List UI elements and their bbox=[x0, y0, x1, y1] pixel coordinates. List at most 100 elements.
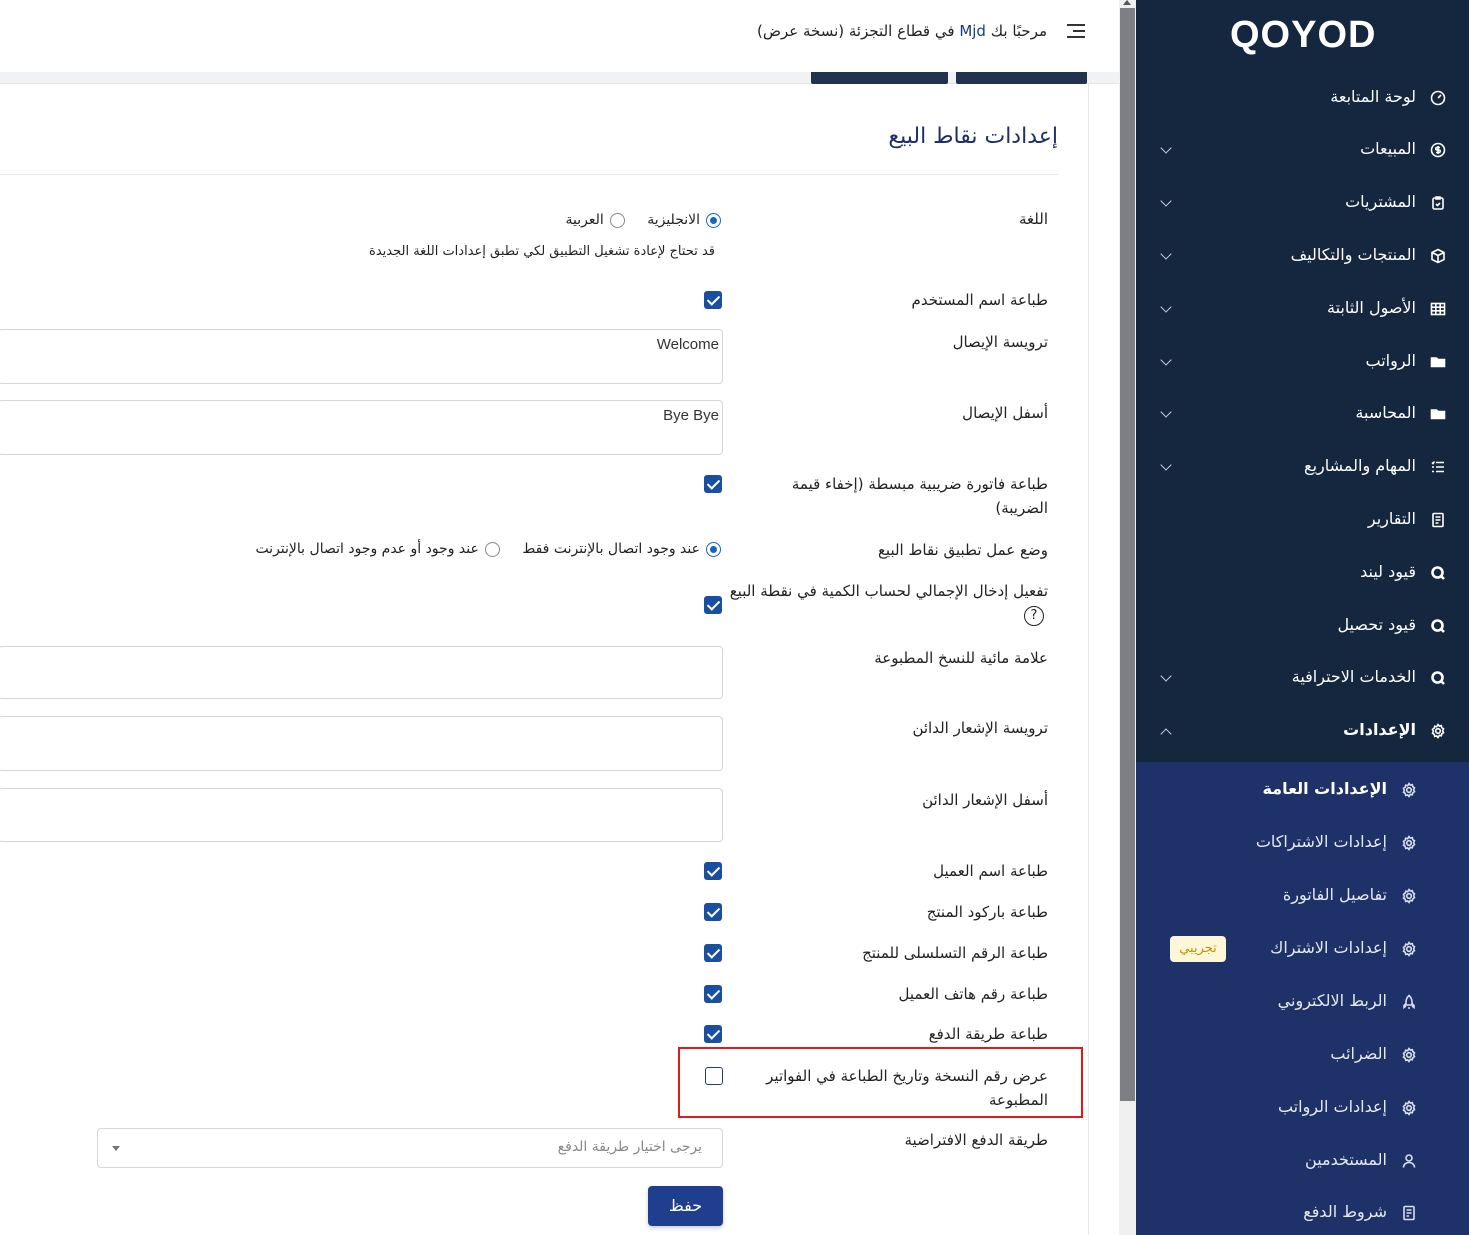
pos-mode-online-only[interactable]: عند وجود اتصال بالإنترنت فقط bbox=[522, 541, 721, 557]
radio-online-offline[interactable] bbox=[484, 541, 500, 557]
scroll-up-arrow[interactable] bbox=[1123, 0, 1131, 5]
submenu-item-payroll-settings[interactable]: إعدادات الرواتب bbox=[1136, 1083, 1469, 1135]
dashboard-icon bbox=[1429, 90, 1447, 108]
sidebar-item-accounting[interactable]: المحاسبة bbox=[1136, 390, 1469, 442]
receipt-footer-textarea[interactable]: Bye Bye bbox=[0, 400, 723, 455]
print-product-serial-checkbox[interactable] bbox=[704, 944, 722, 962]
menu-toggle-icon[interactable] bbox=[1067, 24, 1085, 40]
submenu-item-invoice-details[interactable]: تفاصيل الفاتورة bbox=[1136, 871, 1469, 923]
simplified-tax-invoice-checkbox[interactable] bbox=[704, 475, 722, 493]
chevron-down-icon bbox=[1160, 195, 1172, 207]
user-icon bbox=[1401, 1153, 1417, 1169]
sidebar: QOYOD لوحة المتابعة المبيعات المشتريات ا… bbox=[1136, 0, 1469, 1235]
qoyod-icon bbox=[1429, 618, 1447, 636]
submenu-item-subscriptions-settings[interactable]: إعدادات الاشتراكات bbox=[1136, 818, 1469, 870]
chevron-down-icon bbox=[1160, 406, 1172, 418]
gear-icon bbox=[1401, 941, 1417, 957]
enable-total-entry-label: تفعيل إدخال الإجمالي لحساب الكمية في نقط… bbox=[728, 579, 1048, 627]
credit-note-header-label: ترويسة الإشعار الدائن bbox=[912, 719, 1048, 737]
submenu-item-subscription-settings[interactable]: إعدادات الاشتراك تجريبي bbox=[1136, 924, 1469, 976]
report-icon bbox=[1429, 512, 1447, 530]
show-copy-number-checkbox[interactable] bbox=[705, 1067, 723, 1085]
submenu-item-taxes[interactable]: الضرائب bbox=[1136, 1030, 1469, 1082]
welcome-prefix: مرحبًا بك bbox=[990, 22, 1047, 40]
enable-total-entry-checkbox[interactable] bbox=[704, 596, 722, 614]
print-customer-name-checkbox[interactable] bbox=[704, 862, 722, 880]
print-customer-phone-label: طباعة رقم هاتف العميل bbox=[898, 985, 1048, 1003]
sidebar-item-tasks[interactable]: المهام والمشاريع bbox=[1136, 443, 1469, 495]
username: Mjd bbox=[959, 22, 986, 40]
page-title: إعدادات نقاط البيع bbox=[888, 124, 1058, 149]
gear-icon bbox=[1429, 723, 1447, 741]
print-product-barcode-checkbox[interactable] bbox=[704, 903, 722, 921]
save-button[interactable]: حفظ bbox=[648, 1186, 723, 1226]
submenu-item-general-settings[interactable]: الإعدادات العامة bbox=[1136, 765, 1469, 817]
sidebar-item-professional-services[interactable]: الخدمات الاحترافية bbox=[1136, 654, 1469, 706]
print-payment-method-label: طباعة طريقة الدفع bbox=[928, 1025, 1048, 1043]
radio-online-only[interactable] bbox=[706, 541, 721, 557]
box-icon bbox=[1429, 248, 1447, 266]
watermark-textarea[interactable] bbox=[0, 646, 723, 699]
settings-submenu: الإعدادات العامة إعدادات الاشتراكات تفاص… bbox=[1136, 762, 1469, 1235]
watermark-label: علامة مائية للنسخ المطبوعة bbox=[874, 649, 1048, 667]
credit-note-footer-label: أسفل الإشعار الدائن bbox=[922, 791, 1048, 809]
receipt-header-label: ترويسة الإيصال bbox=[952, 333, 1048, 351]
sidebar-item-sales[interactable]: المبيعات bbox=[1136, 126, 1469, 178]
submenu-item-e-integration[interactable]: الربط الالكتروني bbox=[1136, 977, 1469, 1029]
toolbar-button[interactable] bbox=[956, 72, 1087, 84]
chevron-down-icon bbox=[1160, 248, 1172, 260]
qoyod-icon bbox=[1429, 670, 1447, 688]
pos-mode-label: وضع عمل تطبيق نقاط البيع bbox=[877, 541, 1048, 559]
print-payment-method-checkbox[interactable] bbox=[704, 1025, 722, 1043]
toolbar-strip bbox=[0, 72, 1119, 84]
language-hint: قد تحتاج لإعادة تشغيل التطبيق لكي تطبق إ… bbox=[369, 244, 715, 259]
help-icon[interactable]: ? bbox=[1024, 605, 1044, 626]
trial-badge: تجريبي bbox=[1170, 936, 1226, 962]
sidebar-item-purchases[interactable]: المشتريات bbox=[1136, 179, 1469, 231]
sidebar-item-fixed-assets[interactable]: الأصول الثابتة bbox=[1136, 285, 1469, 337]
qoyod-icon bbox=[1429, 565, 1447, 583]
main-content: إعدادات نقاط البيع اللغة الانجليزية العر… bbox=[0, 84, 1089, 1235]
chevron-up-icon bbox=[1160, 728, 1172, 740]
folder-icon bbox=[1429, 354, 1447, 372]
gear-icon bbox=[1401, 1047, 1417, 1063]
print-username-checkbox[interactable] bbox=[704, 291, 722, 309]
sidebar-item-payroll[interactable]: الرواتب bbox=[1136, 338, 1469, 390]
sidebar-item-settings[interactable]: الإعدادات bbox=[1136, 707, 1469, 759]
logo: QOYOD bbox=[1230, 14, 1377, 56]
scrollbar-thumb[interactable] bbox=[1120, 8, 1135, 1101]
pos-mode-radio-group: عند وجود اتصال بالإنترنت فقط عند وجود أو… bbox=[237, 541, 721, 557]
submenu-item-payment-terms[interactable]: شروط الدفع bbox=[1136, 1188, 1469, 1235]
default-payment-method-select[interactable]: يرجى اختيار طريقة الدفع bbox=[97, 1128, 723, 1168]
sidebar-item-qoyod-lend[interactable]: قيود ليند bbox=[1136, 549, 1469, 601]
receipt-header-textarea[interactable]: Welcome bbox=[0, 329, 723, 384]
print-customer-phone-checkbox[interactable] bbox=[704, 985, 722, 1003]
language-label: اللغة bbox=[1019, 210, 1048, 228]
language-option-arabic[interactable]: العربية bbox=[565, 212, 625, 228]
sidebar-item-dashboard[interactable]: لوحة المتابعة bbox=[1136, 74, 1469, 126]
show-copy-number-label: عرض رقم النسخة وتاريخ الطباعة في الفواتي… bbox=[766, 1067, 1048, 1109]
submenu-item-users[interactable]: المستخدمين bbox=[1136, 1136, 1469, 1188]
gear-icon bbox=[1401, 1100, 1417, 1116]
gear-icon bbox=[1401, 888, 1417, 904]
sidebar-item-products[interactable]: المنتجات والتكاليف bbox=[1136, 232, 1469, 284]
receipt-footer-label: أسفل الإيصال bbox=[962, 404, 1048, 422]
default-payment-method-label: طريقة الدفع الافتراضية bbox=[904, 1131, 1049, 1149]
document-icon bbox=[1401, 1205, 1417, 1221]
radio-arabic[interactable] bbox=[609, 212, 625, 228]
credit-note-header-textarea[interactable] bbox=[0, 716, 723, 771]
sidebar-item-reports[interactable]: التقارير bbox=[1136, 496, 1469, 548]
language-option-english[interactable]: الانجليزية bbox=[647, 212, 721, 228]
sidebar-item-qoyod-collect[interactable]: قيود تحصيل bbox=[1136, 602, 1469, 654]
welcome-message: مرحبًا بك Mjd في قطاع التجزئة (نسخة عرض) bbox=[757, 22, 1047, 40]
credit-note-footer-textarea[interactable] bbox=[0, 788, 723, 842]
simplified-tax-invoice-label: طباعة فاتورة ضريبية مبسطة (إخفاء قيمة ال… bbox=[791, 475, 1048, 517]
chevron-down-icon bbox=[1160, 459, 1172, 471]
print-product-barcode-label: طباعة باركود المنتج bbox=[926, 903, 1048, 921]
gear-icon bbox=[1401, 782, 1417, 798]
title-divider bbox=[0, 174, 1058, 175]
gear-icon bbox=[1401, 835, 1417, 851]
radio-english[interactable] bbox=[706, 212, 721, 228]
toolbar-button[interactable] bbox=[811, 72, 948, 84]
pos-mode-online-offline[interactable]: عند وجود أو عدم وجود اتصال بالإنترنت bbox=[255, 541, 500, 557]
